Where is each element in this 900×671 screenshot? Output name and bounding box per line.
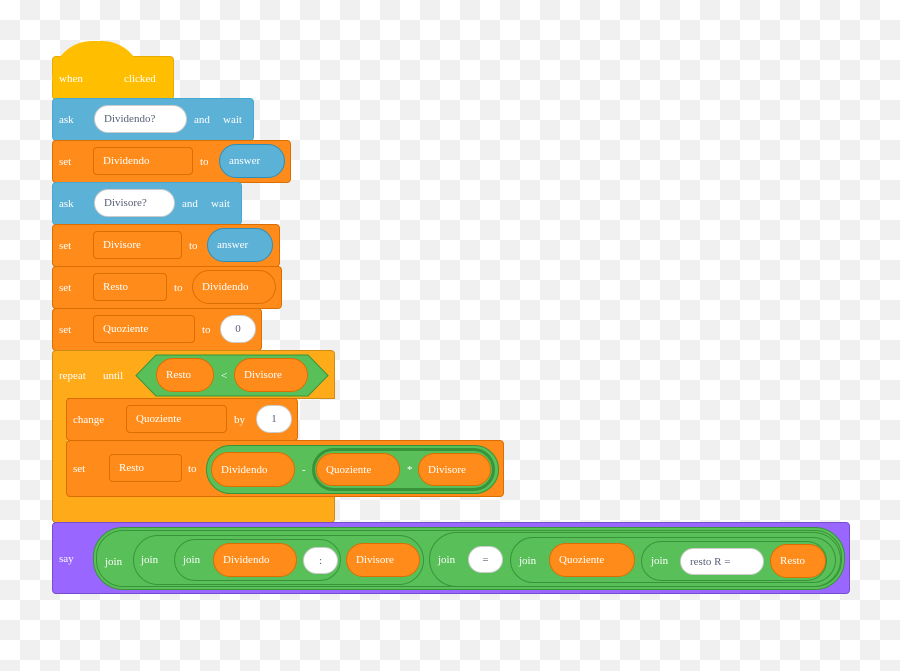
- set-label: set: [59, 324, 72, 336]
- say-label: say: [59, 553, 74, 565]
- ask-block[interactable]: ask Dividendo? and wait: [52, 98, 254, 141]
- multiply-operator[interactable]: Quoziente * Divisore: [312, 448, 495, 491]
- repeat-until-block[interactable]: repeat until Resto < Divisore: [52, 350, 335, 399]
- wait-label: wait: [223, 114, 242, 126]
- join-operator[interactable]: join Dividendo :: [174, 539, 341, 581]
- answer-reporter[interactable]: answer: [207, 228, 273, 262]
- to-label: to: [188, 463, 197, 475]
- set-variable-block[interactable]: set Resto to Dividendo: [52, 266, 282, 309]
- dividendo-reporter[interactable]: Dividendo: [211, 452, 295, 487]
- clicked-label: clicked: [124, 73, 156, 85]
- join-operator[interactable]: join = join Quoziente join resto R = Res…: [429, 532, 841, 587]
- answer-reporter[interactable]: answer: [219, 144, 285, 178]
- ask-label: ask: [59, 114, 74, 126]
- set-label: set: [59, 156, 72, 168]
- repeat-bottom: [52, 496, 335, 523]
- value-input[interactable]: 0: [220, 315, 256, 343]
- by-label: by: [234, 414, 245, 426]
- say-block[interactable]: say join join join Dividendo : Divisore …: [52, 522, 850, 594]
- join-operator[interactable]: join resto R = Resto: [641, 541, 827, 581]
- until-label: until: [103, 370, 124, 382]
- set-variable-block[interactable]: set Dividendo to answer: [52, 140, 291, 183]
- variable-dropdown[interactable]: Dividendo: [93, 147, 193, 175]
- resto-reporter[interactable]: Resto: [156, 358, 214, 392]
- set-variable-block[interactable]: set Quoziente to 0: [52, 308, 262, 351]
- ask-block[interactable]: ask Divisore? and wait: [52, 182, 242, 225]
- to-label: to: [200, 156, 209, 168]
- set-label: set: [59, 240, 72, 252]
- variable-dropdown[interactable]: Resto: [109, 454, 182, 482]
- to-label: to: [202, 324, 211, 336]
- repeat-label: repeat: [59, 370, 86, 382]
- set-variable-block[interactable]: set Divisore to answer: [52, 224, 280, 267]
- divisore-reporter: Divisore: [234, 358, 308, 392]
- join-operator[interactable]: join Quoziente join resto R = Resto: [510, 537, 836, 583]
- join-label: join: [438, 554, 456, 566]
- quoziente-reporter[interactable]: Quoziente: [316, 453, 400, 486]
- set-label: set: [73, 463, 86, 475]
- join-operator[interactable]: join join join Dividendo : Divisore join…: [93, 527, 845, 590]
- and-label: and: [182, 198, 198, 210]
- wait-label: wait: [211, 198, 230, 210]
- join-label: join: [105, 556, 123, 568]
- to-label: to: [189, 240, 198, 252]
- minus-label: -: [302, 464, 306, 476]
- variable-dropdown[interactable]: Resto: [93, 273, 167, 301]
- question-input[interactable]: Divisore?: [94, 189, 175, 217]
- variable-dropdown[interactable]: Divisore: [93, 231, 182, 259]
- set-label: set: [59, 282, 72, 294]
- separator-input[interactable]: :: [303, 547, 338, 574]
- quoziente-reporter[interactable]: Quoziente: [549, 543, 635, 577]
- less-than-label: <: [221, 370, 228, 382]
- join-operator[interactable]: join join Dividendo : Divisore: [133, 535, 424, 585]
- and-label: and: [194, 114, 210, 126]
- repeat-arm: [52, 398, 67, 498]
- variable-dropdown[interactable]: Quoziente: [93, 315, 195, 343]
- question-input[interactable]: Dividendo?: [94, 105, 187, 133]
- set-variable-block[interactable]: set Resto to Dividendo - Quoziente * Div…: [66, 440, 504, 497]
- join-label: join: [519, 555, 537, 567]
- value-input[interactable]: 1: [256, 405, 292, 433]
- equals-input[interactable]: =: [468, 546, 503, 573]
- ask-label: ask: [59, 198, 74, 210]
- times-label: *: [407, 464, 413, 476]
- dividendo-reporter[interactable]: Dividendo: [192, 270, 276, 304]
- variable-dropdown[interactable]: Quoziente: [126, 405, 227, 433]
- divisore-reporter[interactable]: Divisore: [346, 543, 420, 577]
- change-variable-block[interactable]: change Quoziente by 1: [66, 398, 298, 441]
- text-input[interactable]: resto R =: [680, 548, 764, 575]
- divisore-reporter[interactable]: Divisore: [418, 453, 491, 486]
- to-label: to: [174, 282, 183, 294]
- join-label: join: [651, 555, 669, 567]
- change-label: change: [73, 414, 105, 426]
- resto-reporter[interactable]: Resto: [770, 544, 826, 578]
- when-label: when: [59, 73, 83, 85]
- subtract-operator[interactable]: Dividendo - Quoziente * Divisore: [206, 445, 499, 494]
- dividendo-reporter[interactable]: Dividendo: [213, 543, 297, 577]
- join-label: join: [141, 554, 159, 566]
- when-flag-clicked-block[interactable]: when clicked: [52, 41, 174, 100]
- join-label: join: [183, 554, 201, 566]
